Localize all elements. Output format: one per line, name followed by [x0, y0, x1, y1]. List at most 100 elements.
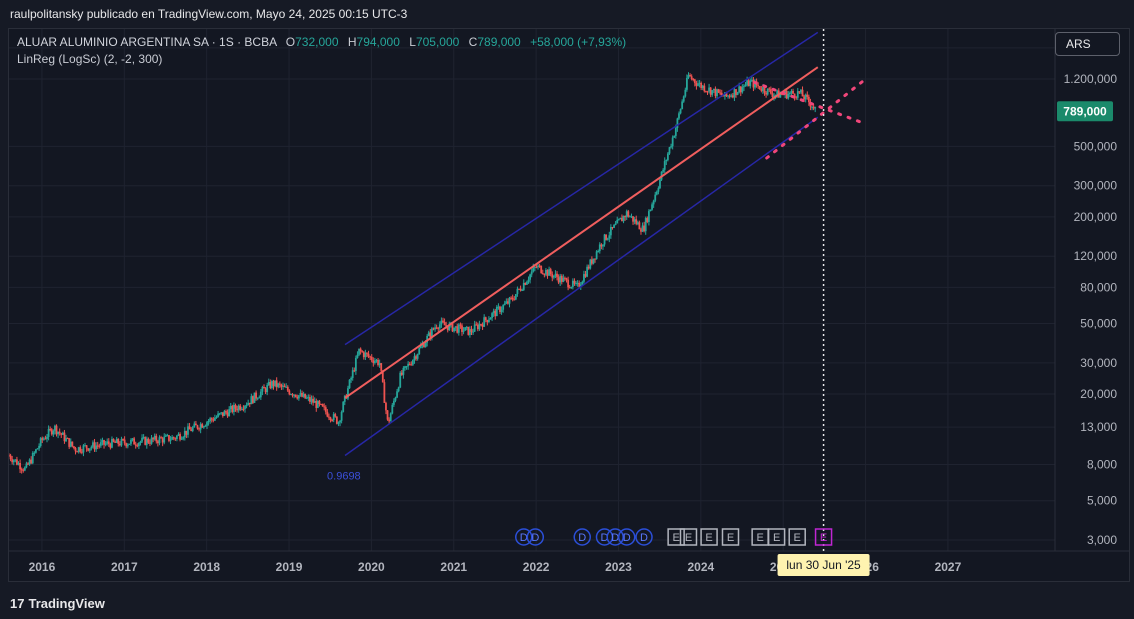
candle-body — [790, 90, 793, 93]
indicator-legend[interactable]: LinReg (LogSc) (2, -2, 300) — [17, 52, 162, 66]
candle-body — [437, 327, 440, 329]
candle-body — [137, 443, 140, 447]
candle-body — [47, 428, 50, 437]
linreg-regression-line — [344, 66, 819, 399]
candle-body — [263, 386, 265, 389]
candle-body — [687, 75, 690, 78]
candle-body — [228, 409, 231, 417]
currency-button[interactable]: ARS — [1055, 32, 1120, 56]
candle-body — [609, 227, 612, 236]
chart-pane[interactable]: 1.800,0001.200,000500,000300,000200,0001… — [8, 28, 1130, 582]
candle-body — [617, 219, 620, 221]
candle-body — [538, 265, 541, 267]
candle-body — [183, 430, 186, 438]
candle-body — [666, 153, 669, 160]
candle-body — [400, 372, 403, 375]
candle-body — [33, 452, 36, 454]
candle-body — [225, 411, 227, 413]
earnings-event-label: E — [705, 532, 712, 544]
candle-body — [296, 396, 299, 399]
candle-body — [649, 209, 652, 212]
candle-body — [736, 92, 739, 95]
candle-body — [768, 88, 771, 90]
candle-body — [543, 274, 546, 276]
candle-body — [467, 326, 470, 335]
x-tick-label: 2020 — [358, 560, 385, 574]
candle-body — [514, 294, 517, 300]
price-chart[interactable]: 1.800,0001.200,000500,000300,000200,0001… — [9, 29, 1129, 581]
candle-body — [111, 438, 113, 448]
candle-body — [622, 216, 625, 222]
candle-body — [654, 194, 657, 201]
candle-body — [469, 329, 471, 335]
candle-body — [405, 366, 408, 368]
candle-body — [552, 275, 555, 278]
candle-body — [410, 364, 413, 366]
candle-body — [548, 269, 551, 276]
candle-body — [657, 188, 660, 192]
candle-body — [191, 427, 194, 432]
candle-body — [202, 426, 205, 428]
candle-body — [348, 379, 351, 389]
candle-body — [215, 416, 218, 418]
candle-body — [256, 398, 259, 400]
candle-body — [307, 397, 310, 399]
candle-body — [193, 423, 196, 428]
candle-body — [242, 408, 245, 410]
candle-body — [80, 451, 83, 453]
candle-body — [438, 324, 441, 329]
candle-body — [301, 392, 303, 397]
candle-body — [271, 381, 273, 389]
candle-body — [274, 380, 276, 387]
low-label: L — [409, 35, 416, 49]
candle-body — [316, 401, 319, 408]
candle-body — [442, 320, 444, 323]
candle-body — [31, 452, 34, 464]
candle-body — [343, 395, 346, 402]
candle-body — [638, 222, 641, 230]
candle-body — [114, 441, 117, 443]
candle-body — [134, 444, 137, 446]
candle-body — [252, 396, 254, 403]
candle-body — [679, 108, 682, 114]
candle-body — [92, 442, 94, 447]
candle-body — [388, 419, 391, 422]
candle-body — [587, 266, 590, 269]
dividend-event-label: D — [640, 532, 648, 544]
candle-body — [42, 438, 45, 440]
dividend-event-label: D — [520, 532, 528, 544]
candle-body — [690, 76, 693, 79]
candle-body — [179, 434, 181, 440]
candle-body — [491, 313, 493, 318]
candle-body — [147, 438, 150, 443]
candle-body — [578, 282, 581, 287]
candle-body — [489, 317, 492, 320]
candle-body — [473, 324, 476, 332]
candle-body — [769, 89, 772, 94]
candle-body — [392, 400, 395, 405]
candle-body — [38, 445, 40, 449]
candle-body — [651, 204, 653, 210]
candle-body — [171, 437, 174, 440]
candle-body — [746, 80, 748, 86]
candle-body — [294, 394, 297, 397]
candle-body — [55, 425, 58, 435]
candle-body — [391, 404, 394, 414]
candle-body — [280, 384, 283, 387]
low-value: 705,000 — [415, 35, 460, 49]
candle-body — [743, 86, 745, 88]
candle-body — [510, 297, 512, 299]
open-value: 732,000 — [295, 35, 339, 49]
candle-body — [30, 459, 33, 464]
candle-body — [792, 90, 794, 94]
candle-body — [141, 437, 143, 442]
candle-body — [659, 179, 661, 189]
candle-body — [567, 279, 570, 288]
candle-body — [112, 438, 115, 442]
candle-body — [537, 265, 539, 267]
candle-body — [801, 89, 804, 97]
candle-body — [554, 273, 557, 276]
candle-body — [564, 277, 566, 279]
candle-body — [584, 274, 587, 277]
candle-body — [499, 306, 501, 313]
